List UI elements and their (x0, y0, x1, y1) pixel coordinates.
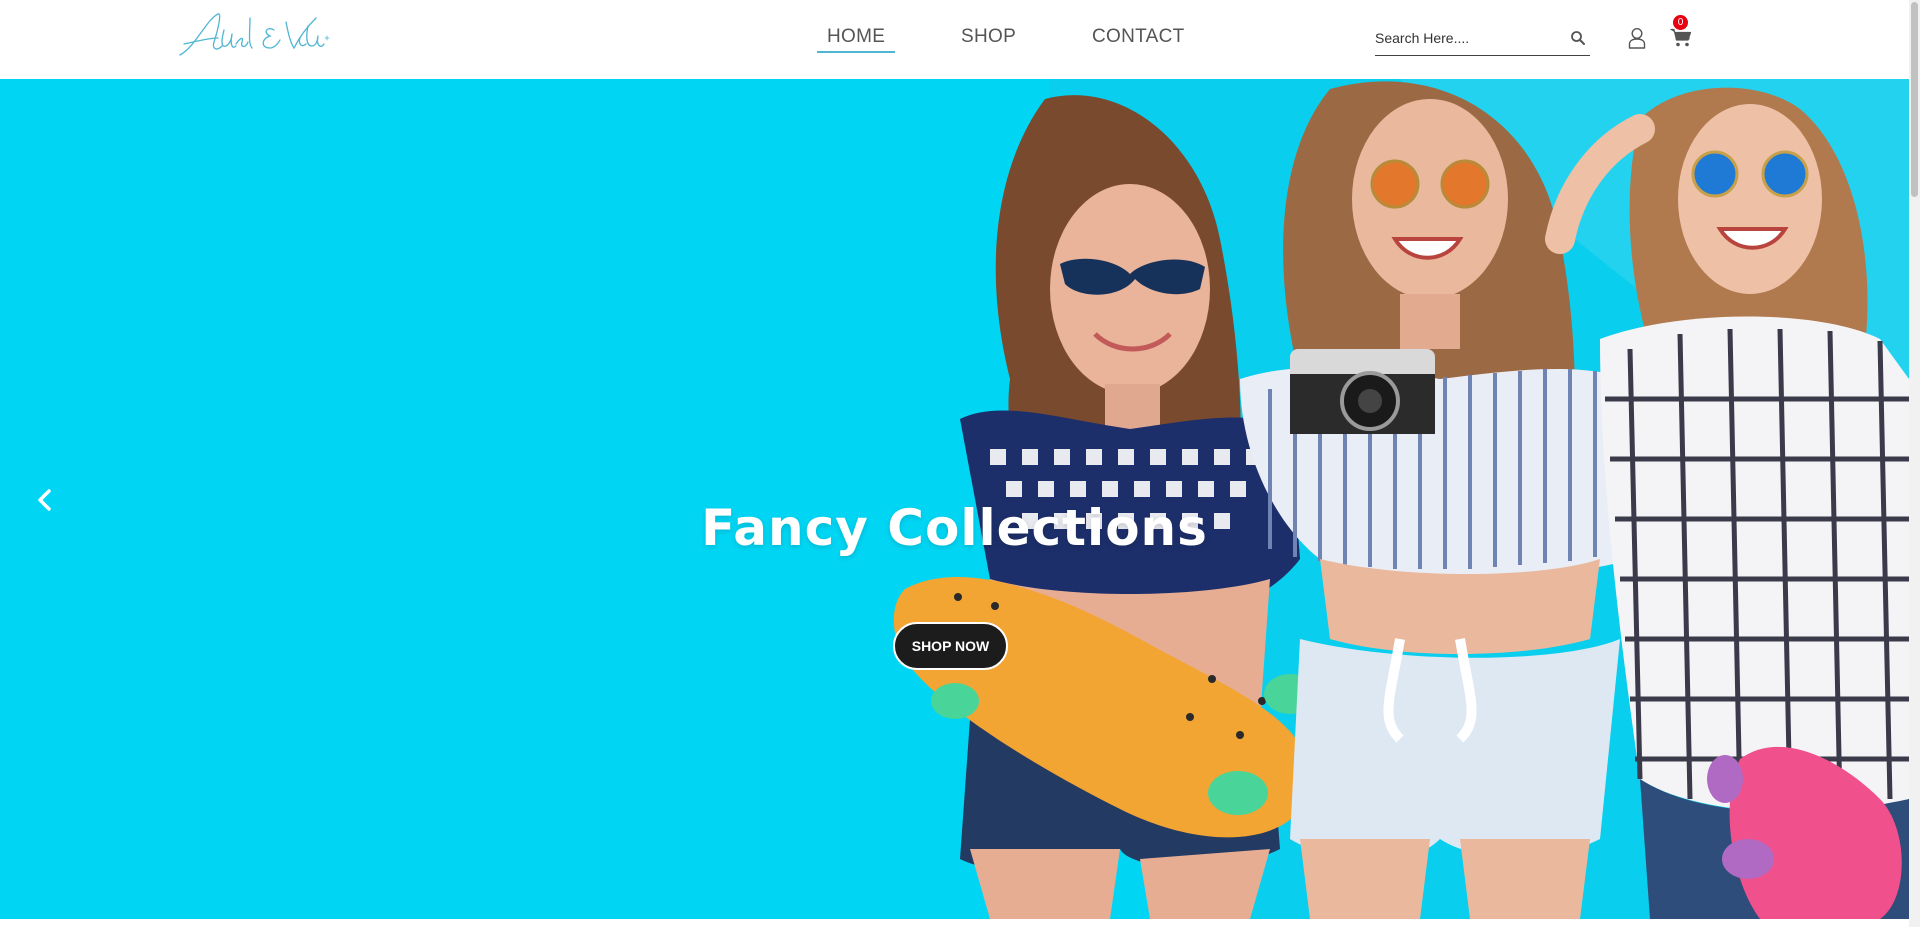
brand-logo-script (179, 13, 330, 56)
hero-title: Fancy Collections (701, 499, 1208, 557)
cart-icon (1670, 28, 1692, 47)
nav-shop[interactable]: SHOP (961, 26, 1016, 48)
camera (1290, 349, 1435, 434)
hero-slider: Fancy Collections SHOP NOW (0, 79, 1909, 919)
scrollbar-thumb[interactable] (1911, 2, 1918, 197)
search-icon[interactable] (1570, 30, 1586, 46)
cart-button[interactable]: 0 (1668, 14, 1694, 50)
user-icon[interactable] (1627, 27, 1647, 49)
search-input[interactable] (1375, 26, 1560, 50)
search-box (1375, 24, 1590, 56)
page-scrollbar[interactable] (1909, 0, 1920, 927)
brand-logo[interactable] (178, 8, 333, 64)
shop-now-button[interactable]: SHOP NOW (893, 622, 1008, 670)
site-header: HOME SHOP CONTACT 0 (0, 0, 1909, 79)
nav-contact[interactable]: CONTACT (1092, 26, 1185, 48)
nav-home[interactable]: HOME (816, 26, 896, 53)
